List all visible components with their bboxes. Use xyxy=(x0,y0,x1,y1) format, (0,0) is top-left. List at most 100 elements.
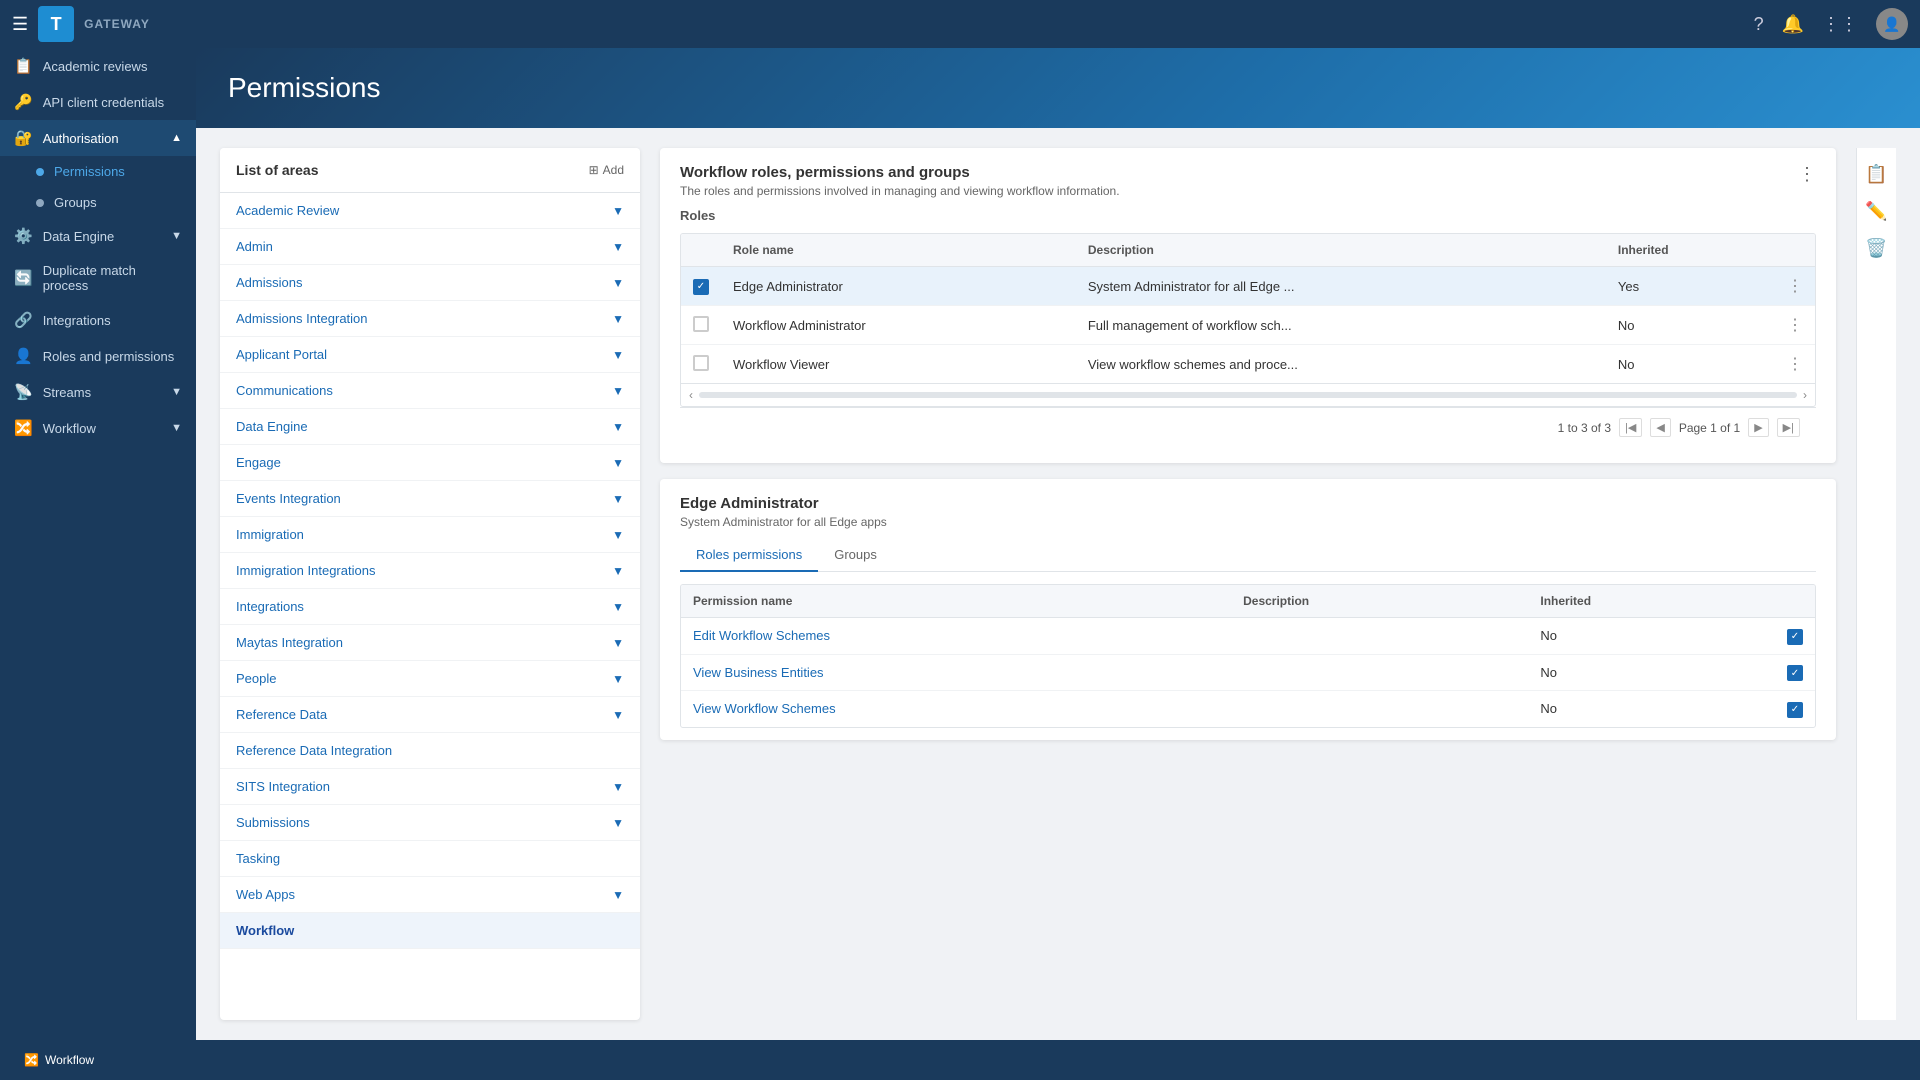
workflow-arrow-icon: ▼ xyxy=(171,422,182,434)
help-icon[interactable]: ? xyxy=(1754,14,1764,35)
row-checkbox[interactable] xyxy=(693,316,709,332)
sidebar-item-duplicate-match[interactable]: 🔄 Duplicate match process xyxy=(0,254,196,302)
add-area-button[interactable]: ⊞ Add xyxy=(589,163,624,177)
top-nav-right: ? 🔔 ⋮⋮ 👤 xyxy=(1754,8,1908,40)
area-row-applicant-portal[interactable]: Applicant Portal ▼ xyxy=(220,337,640,373)
bottom-nav-item-workflow[interactable]: 🔀 Workflow xyxy=(24,1053,94,1067)
col-permission-name: Permission name xyxy=(681,585,1231,618)
row-menu-icon[interactable]: ⋮ xyxy=(1787,356,1803,373)
area-row-people[interactable]: People ▼ xyxy=(220,661,640,697)
duplicate-match-icon: 🔄 xyxy=(14,269,33,287)
chevron-icon: ▼ xyxy=(612,312,624,326)
gateway-label: GATEWAY xyxy=(84,17,150,31)
perm-desc-cell xyxy=(1231,618,1528,655)
chevron-icon: ▼ xyxy=(612,600,624,614)
area-row-reference-data-integration[interactable]: Reference Data Integration xyxy=(220,733,640,769)
area-row-immigration-integrations[interactable]: Immigration Integrations ▼ xyxy=(220,553,640,589)
perm-name-cell: View Business Entities xyxy=(681,654,1231,691)
sidebar-item-permissions[interactable]: Permissions xyxy=(0,156,196,187)
area-row-admin[interactable]: Admin ▼ xyxy=(220,229,640,265)
row-menu-icon[interactable]: ⋮ xyxy=(1787,317,1803,334)
scroll-left-icon[interactable]: ‹ xyxy=(689,388,693,402)
area-row-reference-data[interactable]: Reference Data ▼ xyxy=(220,697,640,733)
chevron-icon: ▼ xyxy=(612,348,624,362)
bell-icon[interactable]: 🔔 xyxy=(1782,14,1804,35)
areas-panel-header: List of areas ⊞ Add xyxy=(220,148,640,193)
chevron-icon: ▼ xyxy=(612,564,624,578)
first-page-button[interactable]: |◀ xyxy=(1619,418,1642,437)
permissions-table: Permission name Description Inherited Ed… xyxy=(681,585,1815,727)
area-row-engage[interactable]: Engage ▼ xyxy=(220,445,640,481)
prev-page-button[interactable]: ◀ xyxy=(1650,418,1670,437)
tabs: Roles permissions Groups xyxy=(680,539,1816,572)
roles-card-title: Workflow roles, permissions and groups xyxy=(680,164,1120,181)
hamburger-icon[interactable]: ☰ xyxy=(12,14,28,35)
inner-content: List of areas ⊞ Add Academic Review ▼ Ad… xyxy=(196,128,1920,1040)
role-name-cell: Workflow Viewer xyxy=(721,345,1076,384)
scroll-bar xyxy=(699,392,1797,398)
chevron-icon: ▼ xyxy=(612,708,624,722)
scroll-right-icon[interactable]: › xyxy=(1803,388,1807,402)
sidebar-item-label: Authorisation xyxy=(43,131,119,146)
table-row[interactable]: View Business Entities No ✓ xyxy=(681,654,1815,691)
table-row[interactable]: ✓ Edge Administrator System Administrato… xyxy=(681,267,1815,306)
sidebar-item-roles-permissions[interactable]: 👤 Roles and permissions xyxy=(0,338,196,374)
area-row-submissions[interactable]: Submissions ▼ xyxy=(220,805,640,841)
role-desc-cell: System Administrator for all Edge ... xyxy=(1076,267,1606,306)
roles-card-menu-icon[interactable]: ⋮ xyxy=(1798,164,1816,185)
chevron-icon: ▼ xyxy=(612,888,624,902)
area-row-immigration[interactable]: Immigration ▼ xyxy=(220,517,640,553)
sidebar-item-streams[interactable]: 📡 Streams ▼ xyxy=(0,374,196,410)
table-scroll: ‹ › xyxy=(681,383,1815,406)
sidebar-item-academic-reviews[interactable]: 📋 Academic reviews xyxy=(0,48,196,84)
area-row-communications[interactable]: Communications ▼ xyxy=(220,373,640,409)
area-row-workflow[interactable]: Workflow xyxy=(220,913,640,949)
streams-icon: 📡 xyxy=(14,383,33,401)
roles-card-subtitle: The roles and permissions involved in ma… xyxy=(680,184,1120,198)
perm-checkbox[interactable]: ✓ xyxy=(1787,702,1803,718)
area-row-admissions-integration[interactable]: Admissions Integration ▼ xyxy=(220,301,640,337)
tab-roles-permissions[interactable]: Roles permissions xyxy=(680,539,818,572)
role-detail-card: Edge Administrator System Administrator … xyxy=(660,479,1836,740)
page-label: Page 1 of 1 xyxy=(1679,421,1740,435)
next-page-button[interactable]: ▶ xyxy=(1748,418,1768,437)
role-detail-subtitle: System Administrator for all Edge apps xyxy=(680,515,1816,529)
area-row-web-apps[interactable]: Web Apps ▼ xyxy=(220,877,640,913)
sidebar-item-groups[interactable]: Groups xyxy=(0,187,196,218)
perm-checkbox[interactable]: ✓ xyxy=(1787,665,1803,681)
area-row-admissions[interactable]: Admissions ▼ xyxy=(220,265,640,301)
row-checkbox[interactable]: ✓ xyxy=(693,279,709,295)
area-row-events-integration[interactable]: Events Integration ▼ xyxy=(220,481,640,517)
edit-icon[interactable]: ✏️ xyxy=(1865,201,1887,222)
api-icon: 🔑 xyxy=(14,93,33,111)
area-row-data-engine[interactable]: Data Engine ▼ xyxy=(220,409,640,445)
sidebar-item-workflow[interactable]: 🔀 Workflow ▼ xyxy=(0,410,196,446)
area-row-sits-integration[interactable]: SITS Integration ▼ xyxy=(220,769,640,805)
copy-icon[interactable]: 📋 xyxy=(1865,164,1887,185)
sidebar-item-authorisation[interactable]: 🔐 Authorisation ▲ xyxy=(0,120,196,156)
perm-checkbox[interactable]: ✓ xyxy=(1787,629,1803,645)
sidebar-sub-label: Permissions xyxy=(54,164,125,179)
right-action-bar: 📋 ✏️ 🗑️ xyxy=(1856,148,1896,1020)
avatar[interactable]: 👤 xyxy=(1876,8,1908,40)
area-row-tasking[interactable]: Tasking xyxy=(220,841,640,877)
table-row[interactable]: Workflow Viewer View workflow schemes an… xyxy=(681,345,1815,384)
last-page-button[interactable]: ▶| xyxy=(1777,418,1800,437)
row-menu-icon[interactable]: ⋮ xyxy=(1787,278,1803,295)
row-checkbox[interactable] xyxy=(693,355,709,371)
tab-groups[interactable]: Groups xyxy=(818,539,893,572)
perm-inherited-cell: No xyxy=(1528,691,1775,727)
sidebar-item-integrations[interactable]: 🔗 Integrations xyxy=(0,302,196,338)
delete-icon[interactable]: 🗑️ xyxy=(1865,238,1887,259)
role-name-cell: Workflow Administrator xyxy=(721,306,1076,345)
table-row[interactable]: View Workflow Schemes No ✓ xyxy=(681,691,1815,727)
table-row[interactable]: Workflow Administrator Full management o… xyxy=(681,306,1815,345)
grid-icon[interactable]: ⋮⋮ xyxy=(1822,14,1858,35)
sidebar-item-api-credentials[interactable]: 🔑 API client credentials xyxy=(0,84,196,120)
area-row-integrations[interactable]: Integrations ▼ xyxy=(220,589,640,625)
area-row-maytas-integration[interactable]: Maytas Integration ▼ xyxy=(220,625,640,661)
area-row-academic-review[interactable]: Academic Review ▼ xyxy=(220,193,640,229)
col-inherited: Inherited xyxy=(1606,234,1775,267)
table-row[interactable]: Edit Workflow Schemes No ✓ xyxy=(681,618,1815,655)
sidebar-item-data-engine[interactable]: ⚙️ Data Engine ▼ xyxy=(0,218,196,254)
